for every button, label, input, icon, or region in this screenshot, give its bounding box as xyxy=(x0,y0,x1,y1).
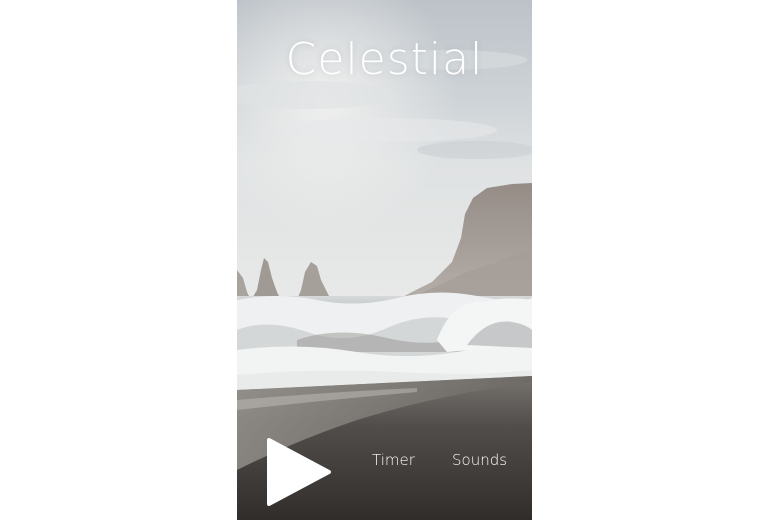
app-title: Celestial xyxy=(285,34,484,85)
play-button[interactable] xyxy=(263,434,335,506)
timer-button[interactable]: Timer xyxy=(372,451,415,469)
stage: Celestial Timer Sounds xyxy=(0,0,768,520)
sounds-button[interactable]: Sounds xyxy=(452,451,507,469)
app-screen: Celestial Timer Sounds xyxy=(237,0,532,520)
player-controls: Timer Sounds xyxy=(237,430,532,510)
play-icon xyxy=(267,438,331,506)
